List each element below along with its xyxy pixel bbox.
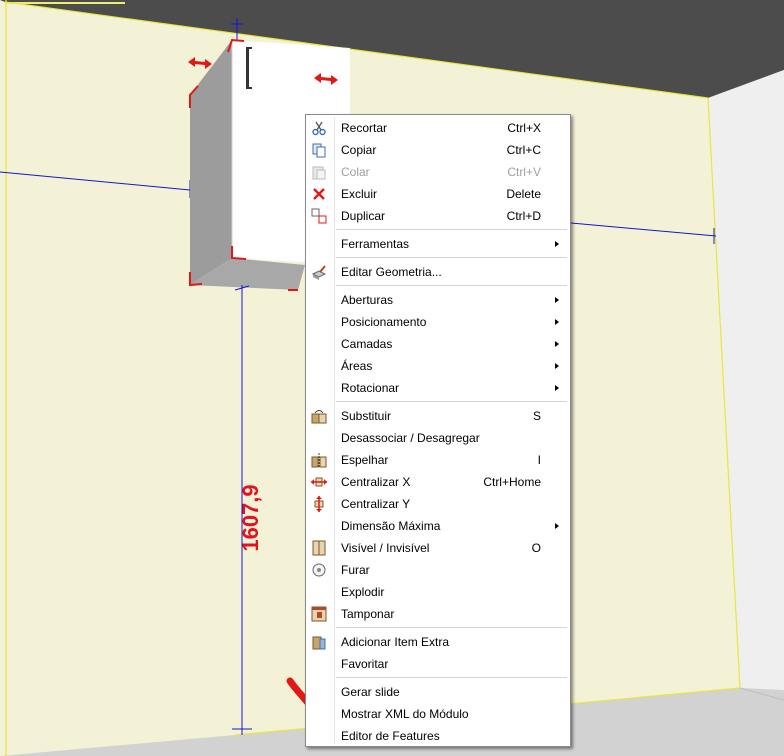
center-x-icon bbox=[311, 474, 327, 490]
menu-item-label: Visível / Invisível bbox=[341, 541, 430, 555]
paste-icon bbox=[311, 164, 327, 180]
menu-item-label: Centralizar Y bbox=[341, 497, 411, 511]
menu-item-editor-de-features[interactable]: Editor de Features bbox=[306, 725, 570, 747]
menu-item-centralizar-y[interactable]: Centralizar Y bbox=[306, 493, 570, 515]
menu-item-ferramentas[interactable]: Ferramentas bbox=[306, 233, 570, 255]
menu-item-gerar-slide[interactable]: Gerar slide bbox=[306, 681, 570, 703]
extra-item-icon bbox=[311, 634, 327, 650]
drill-icon bbox=[311, 562, 327, 578]
menu-item-visivel-invisivel[interactable]: Visível / Invisível O bbox=[306, 537, 570, 559]
menu-item-label: Desassociar / Desagregar bbox=[341, 431, 480, 445]
menu-item-label: Duplicar bbox=[341, 209, 386, 223]
menu-item-label: Gerar slide bbox=[341, 685, 400, 699]
submenu-arrow-icon bbox=[555, 319, 559, 325]
menu-item-recortar[interactable]: Recortar Ctrl+X bbox=[306, 117, 570, 139]
visibility-icon bbox=[311, 540, 327, 556]
menu-item-label: Copiar bbox=[341, 143, 377, 157]
menu-item-label: Editor de Features bbox=[341, 729, 440, 743]
delete-icon bbox=[311, 186, 327, 202]
menu-item-label: Adicionar Item Extra bbox=[341, 635, 450, 649]
menu-item-editar-geometria[interactable]: Editar Geometria... bbox=[306, 261, 570, 283]
menu-item-favoritar[interactable]: Favoritar bbox=[306, 653, 570, 675]
edit-geometry-icon bbox=[311, 264, 327, 280]
center-y-icon bbox=[311, 496, 327, 512]
menu-item-label: Espelhar bbox=[341, 453, 389, 467]
menu-item-furar[interactable]: Furar bbox=[306, 559, 570, 581]
menu-item-label: Rotacionar bbox=[341, 381, 400, 395]
menu-item-camadas[interactable]: Camadas bbox=[306, 333, 570, 355]
menu-item-label: Explodir bbox=[341, 585, 385, 599]
menu-item-label: Dimensão Máxima bbox=[341, 519, 441, 533]
menu-item-posicionamento[interactable]: Posicionamento bbox=[306, 311, 570, 333]
height-dimension-label: 1607,9 bbox=[238, 484, 263, 552]
mirror-icon bbox=[311, 452, 327, 468]
menu-item-label: Editar Geometria... bbox=[341, 265, 442, 279]
duplicate-icon bbox=[311, 208, 327, 224]
menu-item-shortcut: Ctrl+C bbox=[506, 143, 541, 157]
submenu-arrow-icon bbox=[555, 385, 559, 391]
cover-icon bbox=[311, 606, 327, 622]
menu-item-label: Colar bbox=[341, 165, 370, 179]
menu-item-label: Camadas bbox=[341, 337, 393, 351]
scissors-icon bbox=[311, 120, 327, 136]
menu-item-label: Ferramentas bbox=[341, 237, 410, 251]
menu-item-colar: Colar Ctrl+V bbox=[306, 161, 570, 183]
menu-item-label: Centralizar X bbox=[341, 475, 411, 489]
menu-item-shortcut: O bbox=[531, 541, 541, 555]
menu-item-label: Recortar bbox=[341, 121, 388, 135]
cabinet-handle bbox=[246, 48, 249, 88]
menu-item-label: Posicionamento bbox=[341, 315, 427, 329]
menu-item-duplicar[interactable]: Duplicar Ctrl+D bbox=[306, 205, 570, 227]
menu-item-aberturas[interactable]: Aberturas bbox=[306, 289, 570, 311]
menu-item-shortcut: Ctrl+D bbox=[506, 209, 541, 223]
edge-highlight bbox=[5, 2, 125, 4]
menu-item-label: Furar bbox=[341, 563, 370, 577]
menu-item-tamponar[interactable]: Tamponar bbox=[306, 603, 570, 625]
menu-item-label: Favoritar bbox=[341, 657, 389, 671]
menu-item-dimensao-maxima[interactable]: Dimensão Máxima bbox=[306, 515, 570, 537]
menu-item-shortcut: Ctrl+V bbox=[507, 165, 541, 179]
menu-item-copiar[interactable]: Copiar Ctrl+C bbox=[306, 139, 570, 161]
menu-item-desassociar-desagregar[interactable]: Desassociar / Desagregar bbox=[306, 427, 570, 449]
menu-item-excluir[interactable]: Excluir Delete bbox=[306, 183, 570, 205]
menu-item-rotacionar[interactable]: Rotacionar bbox=[306, 377, 570, 399]
menu-item-label: Aberturas bbox=[341, 293, 394, 307]
menu-item-adicionar-item-extra[interactable]: Adicionar Item Extra bbox=[306, 631, 570, 653]
menu-item-explodir[interactable]: Explodir bbox=[306, 581, 570, 603]
submenu-arrow-icon bbox=[555, 341, 559, 347]
menu-item-substituir[interactable]: Substituir S bbox=[306, 405, 570, 427]
menu-item-areas[interactable]: Áreas bbox=[306, 355, 570, 377]
submenu-arrow-icon bbox=[555, 297, 559, 303]
context-menu: Recortar Ctrl+X Copiar Ctrl+C Colar Ctrl+V Exc… bbox=[305, 114, 571, 747]
copy-icon bbox=[311, 142, 327, 158]
menu-item-shortcut: Delete bbox=[506, 187, 541, 201]
menu-item-shortcut: S bbox=[532, 409, 541, 423]
menu-item-label: Áreas bbox=[341, 359, 373, 373]
menu-item-centralizar-x[interactable]: Centralizar X Ctrl+Home bbox=[306, 471, 570, 493]
submenu-arrow-icon bbox=[555, 523, 559, 529]
submenu-arrow-icon bbox=[555, 363, 559, 369]
menu-item-label: Mostrar XML do Módulo bbox=[341, 707, 469, 721]
menu-item-label: Excluir bbox=[341, 187, 378, 201]
menu-item-shortcut: I bbox=[537, 453, 541, 467]
menu-item-mostrar-xml-do-modulo[interactable]: Mostrar XML do Módulo bbox=[306, 703, 570, 725]
menu-item-espelhar[interactable]: Espelhar I bbox=[306, 449, 570, 471]
replace-icon bbox=[311, 408, 327, 424]
menu-item-shortcut: Ctrl+X bbox=[507, 121, 541, 135]
submenu-arrow-icon bbox=[555, 241, 559, 247]
menu-item-shortcut: Ctrl+Home bbox=[483, 475, 541, 489]
menu-item-label: Substituir bbox=[341, 409, 392, 423]
menu-item-label: Tamponar bbox=[341, 607, 395, 621]
